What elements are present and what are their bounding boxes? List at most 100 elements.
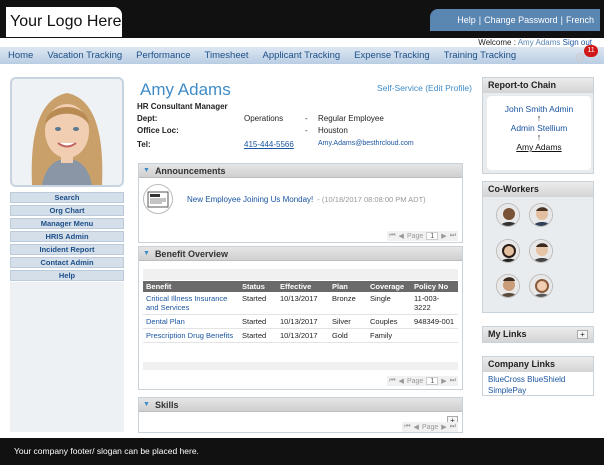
benefit-overview-header[interactable]: ▼ Benefit Overview	[139, 247, 462, 261]
col-plan[interactable]: Plan	[329, 281, 367, 292]
col-policy-no[interactable]: Policy No	[411, 281, 458, 292]
chain-person-self[interactable]: Amy Adams	[487, 142, 591, 152]
coworker-avatar[interactable]	[529, 239, 553, 263]
welcome-user-name: Amy Adams	[517, 38, 561, 47]
menu-org-chart[interactable]: Org Chart	[10, 205, 124, 216]
next-page-icon[interactable]: ▶	[441, 377, 446, 385]
benefit-plan: Silver	[329, 314, 367, 329]
first-page-icon[interactable]: ⏮	[389, 377, 395, 385]
top-header: Your Logo Here Help | Change Password | …	[0, 0, 604, 38]
add-link-button[interactable]: +	[577, 330, 588, 339]
office-value: Houston	[318, 126, 348, 135]
coworker-avatar[interactable]	[496, 239, 520, 263]
company-link-simplepay[interactable]: SimplePay	[483, 385, 593, 396]
benefit-name-link[interactable]: Prescription Drug Benefits	[143, 328, 239, 343]
footer-text: Your company footer/ slogan can be place…	[14, 446, 199, 456]
prev-page-icon[interactable]: ◀	[399, 232, 404, 240]
job-title: HR Consultant Manager	[137, 102, 228, 111]
help-link[interactable]: Help	[457, 15, 476, 25]
notifications[interactable]: ⚙ 11	[574, 45, 598, 65]
prev-page-icon[interactable]: ◀	[414, 423, 419, 431]
announcements-pager: ⏮ ◀ Page 1 ▶ ⏭	[387, 231, 458, 241]
benefits-table: Benefit Status Effective Plan Coverage P…	[143, 281, 458, 343]
announcement-title[interactable]: New Employee Joining Us Monday!	[187, 195, 313, 204]
header-links: Help | Change Password | French	[430, 9, 600, 31]
first-page-icon[interactable]: ⏮	[389, 232, 395, 240]
arrow-up-icon: ↑	[536, 113, 542, 123]
dept-value: Operations	[244, 114, 284, 123]
menu-incident-report[interactable]: Incident Report	[10, 244, 124, 255]
next-page-icon[interactable]: ▶	[441, 232, 446, 240]
dept-label: Dept:	[137, 114, 158, 123]
benefit-plan: Bronze	[329, 292, 367, 315]
email-link[interactable]: Amy.Adams@besthrcloud.com	[318, 140, 414, 147]
announcement-item: New Employee Joining Us Monday! - (10/18…	[143, 184, 426, 214]
nav-timesheet[interactable]: Timesheet	[205, 50, 249, 61]
tel-link[interactable]: 415-444-5566	[244, 140, 294, 149]
dept-dash: -	[305, 114, 308, 123]
skills-title: Skills	[154, 399, 179, 410]
announcements-panel: ▼ Announcements New Employee Joining Us …	[138, 163, 463, 243]
newspaper-icon	[147, 191, 169, 208]
announcements-header[interactable]: ▼ Announcements	[139, 164, 462, 178]
nav-expense-tracking[interactable]: Expense Tracking	[354, 50, 430, 61]
nav-vacation-tracking[interactable]: Vacation Tracking	[47, 50, 122, 61]
nav-home[interactable]: Home	[8, 50, 33, 61]
next-page-icon[interactable]: ▶	[441, 423, 446, 431]
last-page-icon[interactable]: ⏭	[450, 232, 456, 240]
nav-applicant-tracking[interactable]: Applicant Tracking	[263, 50, 341, 61]
first-page-icon[interactable]: ⏮	[404, 423, 410, 431]
table-row: Prescription Drug Benefits Started 10/13…	[143, 328, 458, 343]
last-page-icon[interactable]: ⏭	[450, 423, 456, 431]
my-links-box: My Links +	[482, 326, 594, 343]
triangle-down-icon[interactable]: ▼	[143, 250, 150, 257]
nav-performance[interactable]: Performance	[136, 50, 190, 61]
col-effective[interactable]: Effective	[277, 281, 329, 292]
change-password-link[interactable]: Change Password	[484, 15, 558, 25]
skills-pager: ⏮ ◀ Page ▶ ⏭	[402, 422, 458, 432]
prev-page-icon[interactable]: ◀	[399, 377, 404, 385]
coworker-avatar[interactable]	[496, 274, 520, 298]
footer: Your company footer/ slogan can be place…	[0, 438, 604, 465]
menu-search[interactable]: Search	[10, 192, 124, 203]
triangle-down-icon[interactable]: ▼	[143, 167, 150, 174]
page-number-input[interactable]: 1	[426, 232, 439, 240]
left-menu: Search Org Chart Manager Menu HRIS Admin…	[10, 192, 124, 283]
benefit-overview-title: Benefit Overview	[154, 248, 228, 259]
benefit-name-link[interactable]: Critical Illness Insurance and Services	[143, 292, 239, 315]
employee-type: Regular Employee	[318, 114, 384, 123]
menu-manager-menu[interactable]: Manager Menu	[10, 218, 124, 229]
menu-contact-admin[interactable]: Contact Admin	[10, 257, 124, 268]
col-benefit[interactable]: Benefit	[143, 281, 239, 292]
col-coverage[interactable]: Coverage	[367, 281, 411, 292]
profile-photo-image	[12, 79, 122, 185]
nav-training-tracking[interactable]: Training Tracking	[444, 50, 517, 61]
col-status[interactable]: Status	[239, 281, 277, 292]
left-column-background	[10, 282, 124, 432]
benefit-status: Started	[239, 314, 277, 329]
page-label: Page	[406, 232, 424, 240]
coworker-avatar[interactable]	[496, 203, 520, 227]
last-page-icon[interactable]: ⏭	[450, 377, 456, 385]
separator: |	[478, 15, 482, 25]
menu-help[interactable]: Help	[10, 270, 124, 281]
triangle-down-icon[interactable]: ▼	[143, 401, 150, 408]
page-number-input[interactable]: 1	[426, 377, 439, 385]
benefit-plan: Gold	[329, 328, 367, 343]
menu-hris-admin[interactable]: HRIS Admin	[10, 231, 124, 242]
benefit-name-link[interactable]: Dental Plan	[143, 314, 239, 329]
skills-header[interactable]: ▼ Skills	[139, 398, 462, 412]
office-dash: -	[305, 126, 308, 135]
benefit-overview-panel: ▼ Benefit Overview Benefit Status Effect…	[138, 246, 463, 390]
main-nav: Home Vacation Tracking Performance Times…	[0, 47, 604, 64]
announcement-date: - (10/18/2017 08:08:00 PM ADT)	[317, 194, 426, 204]
coworkers-title: Co-Workers	[483, 182, 593, 197]
page-label: Page	[406, 377, 424, 385]
benefit-effective: 10/13/2017	[277, 292, 329, 315]
coworker-avatar[interactable]	[529, 203, 553, 227]
office-label: Office Loc:	[137, 126, 179, 135]
coworker-avatar[interactable]	[529, 274, 553, 298]
french-link[interactable]: French	[566, 15, 594, 25]
self-service-link[interactable]: Self-Service (Edit Profile)	[377, 83, 472, 93]
company-link-bluecross[interactable]: BlueCross BlueShield	[483, 374, 593, 385]
